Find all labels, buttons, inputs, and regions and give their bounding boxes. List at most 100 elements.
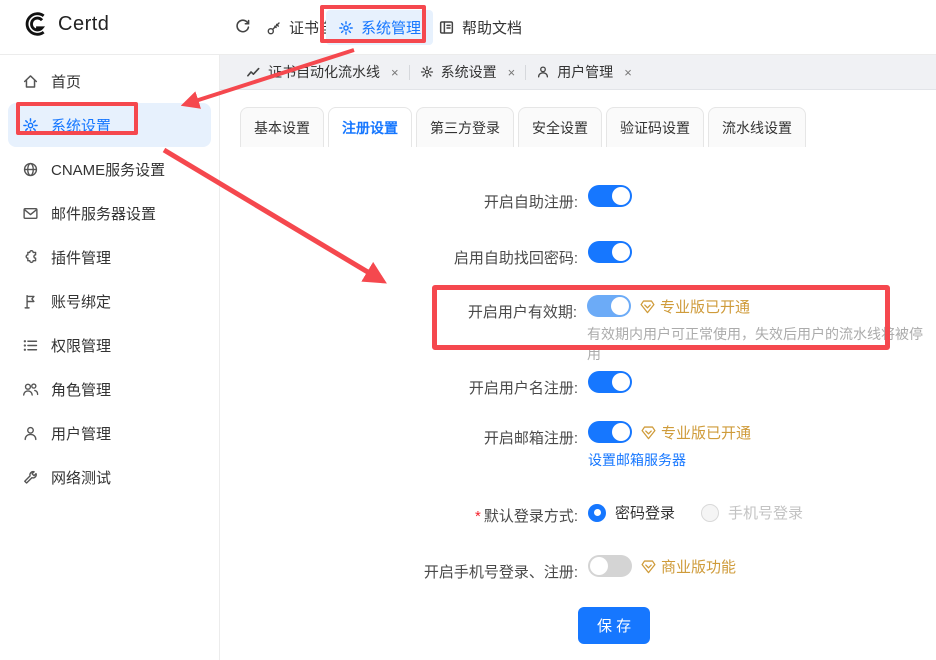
radio-phone-login[interactable]: 手机号登录: [701, 502, 803, 523]
globe-icon: [22, 161, 39, 178]
open-tabs-bar: 证书自动化流水线 × 系统设置 × 用户管理 ×: [220, 55, 936, 90]
close-icon[interactable]: ×: [508, 65, 516, 80]
user-validity-help: 有效期内用户可正常使用，失效后用户的流水线将被停用: [587, 324, 936, 364]
commercial-badge: 商业版功能: [640, 556, 736, 577]
sidebar-item-label: 账号绑定: [51, 291, 111, 312]
field-label: 开启自助注册:: [220, 185, 578, 212]
app-title: Certd: [58, 13, 109, 36]
tab-register-settings[interactable]: 注册设置: [328, 107, 412, 148]
open-tab-system-settings[interactable]: 系统设置 ×: [410, 62, 526, 82]
logo[interactable]: Certd: [22, 11, 109, 37]
radio-password-login[interactable]: 密码登录: [588, 502, 675, 523]
sidebar-item-mail-server[interactable]: 邮件服务器设置: [8, 191, 211, 235]
top-header: Certd 证书自动化: [0, 0, 936, 55]
self-register-toggle[interactable]: [588, 185, 632, 207]
puzzle-icon: [22, 249, 39, 266]
sidebar-item-label: 用户管理: [51, 423, 111, 444]
tab-basic-settings[interactable]: 基本设置: [240, 107, 324, 147]
users-icon: [22, 381, 39, 398]
home-icon: [22, 73, 39, 90]
gear-icon: [22, 117, 39, 134]
key-icon: [266, 20, 282, 36]
sidebar-item-label: 插件管理: [51, 247, 111, 268]
open-tab-pipelines[interactable]: 证书自动化流水线 ×: [236, 62, 409, 82]
sidebar-item-system-settings[interactable]: 系统设置: [8, 103, 211, 147]
phone-login-toggle[interactable]: [588, 555, 632, 577]
gear-icon: [420, 65, 434, 79]
sidebar-item-label: 系统设置: [51, 115, 111, 136]
open-tab-label: 证书自动化流水线: [268, 62, 380, 82]
sidebar-item-home[interactable]: 首页: [8, 59, 211, 103]
chart-line-icon: [246, 65, 261, 80]
form-row-default-login: *默认登录方式: 密码登录 手机号登录: [220, 499, 936, 526]
flag-icon: [22, 293, 39, 310]
refresh-button[interactable]: [234, 18, 251, 35]
field-label: *默认登录方式:: [220, 499, 578, 526]
form-row-password-recovery: 启用自助找回密码:: [220, 241, 936, 268]
field-label: 启用自助找回密码:: [220, 241, 578, 268]
radio-label: 手机号登录: [728, 502, 803, 523]
open-tab-user-admin[interactable]: 用户管理 ×: [526, 62, 642, 82]
tab-captcha-settings[interactable]: 验证码设置: [606, 107, 704, 147]
vip-badge-icon: [640, 424, 657, 441]
close-icon[interactable]: ×: [391, 65, 399, 80]
tab-security-settings[interactable]: 安全设置: [518, 107, 602, 147]
open-tab-label: 用户管理: [557, 62, 613, 82]
pro-badge: 专业版已开通: [639, 296, 750, 317]
tab-pipeline-settings[interactable]: 流水线设置: [708, 107, 806, 147]
sidebar-item-label: 角色管理: [51, 379, 111, 400]
open-tab-label: 系统设置: [441, 62, 497, 82]
refresh-icon: [234, 18, 251, 35]
sidebar-item-label: 首页: [51, 71, 81, 92]
form-row-user-validity: 开启用户有效期: 专业版已开通 有效期内用户可正常使用，失效后用户的流水线将被停…: [220, 295, 936, 364]
mail-server-link[interactable]: 设置邮箱服务器: [588, 450, 751, 470]
settings-tabs: 基本设置 注册设置 第三方登录 安全设置 验证码设置 流水线设置: [220, 107, 936, 148]
sidebar-item-plugin-admin[interactable]: 插件管理: [8, 235, 211, 279]
sidebar-item-permission-admin[interactable]: 权限管理: [8, 323, 211, 367]
sidebar-item-user-admin[interactable]: 用户管理: [8, 411, 211, 455]
nav-item-system-admin[interactable]: 系统管理: [326, 10, 433, 45]
field-label: 开启用户名注册:: [220, 371, 578, 398]
commercial-badge-label: 商业版功能: [661, 556, 736, 577]
username-register-toggle[interactable]: [588, 371, 632, 393]
book-icon: [438, 19, 455, 36]
sidebar-item-cname-service[interactable]: CNAME服务设置: [8, 147, 211, 191]
sidebar-item-label: 网络测试: [51, 467, 111, 488]
mail-icon: [22, 205, 39, 222]
pro-badge: 专业版已开通: [640, 422, 751, 443]
pro-badge-label: 专业版已开通: [660, 296, 750, 317]
required-asterisk: *: [475, 508, 481, 525]
nav-item-help-docs[interactable]: 帮助文档: [438, 17, 522, 38]
vip-badge-icon: [640, 558, 657, 575]
tab-thirdparty-login[interactable]: 第三方登录: [416, 107, 514, 147]
nav-item-label: 系统管理: [361, 17, 421, 38]
form-row-username-register: 开启用户名注册:: [220, 371, 936, 398]
sidebar-item-label: CNAME服务设置: [51, 159, 165, 180]
close-icon[interactable]: ×: [624, 65, 632, 80]
save-button[interactable]: 保 存: [578, 607, 650, 644]
sidebar-item-label: 权限管理: [51, 335, 111, 356]
vip-badge-icon: [639, 298, 656, 315]
radio-checked-icon: [588, 504, 606, 522]
sidebar: 首页 系统设置 CNAME服务设置: [0, 55, 220, 660]
email-register-toggle[interactable]: [588, 421, 632, 443]
register-settings-form: 开启自助注册: 启用自助找回密码: 开启用户有效期:: [220, 147, 936, 660]
app-window: Certd 证书自动化: [0, 0, 936, 660]
sidebar-item-network-test[interactable]: 网络测试: [8, 455, 211, 499]
pro-badge-label: 专业版已开通: [661, 422, 751, 443]
sidebar-item-role-admin[interactable]: 角色管理: [8, 367, 211, 411]
nav-item-label: 帮助文档: [462, 17, 522, 38]
wrench-icon: [22, 469, 39, 486]
sidebar-item-account-binding[interactable]: 账号绑定: [8, 279, 211, 323]
password-recovery-toggle[interactable]: [588, 241, 632, 263]
field-label: 开启手机号登录、注册:: [220, 555, 578, 582]
radio-disabled-icon: [701, 504, 719, 522]
form-row-email-register: 开启邮箱注册: 专业版已开通 设置邮箱服务器: [220, 421, 936, 470]
radio-label: 密码登录: [615, 502, 675, 523]
certd-logo-icon: [22, 11, 48, 37]
sidebar-item-label: 邮件服务器设置: [51, 203, 156, 224]
list-icon: [22, 337, 39, 354]
form-row-self-register: 开启自助注册:: [220, 185, 936, 212]
user-icon: [22, 425, 39, 442]
user-validity-toggle[interactable]: [587, 295, 631, 317]
